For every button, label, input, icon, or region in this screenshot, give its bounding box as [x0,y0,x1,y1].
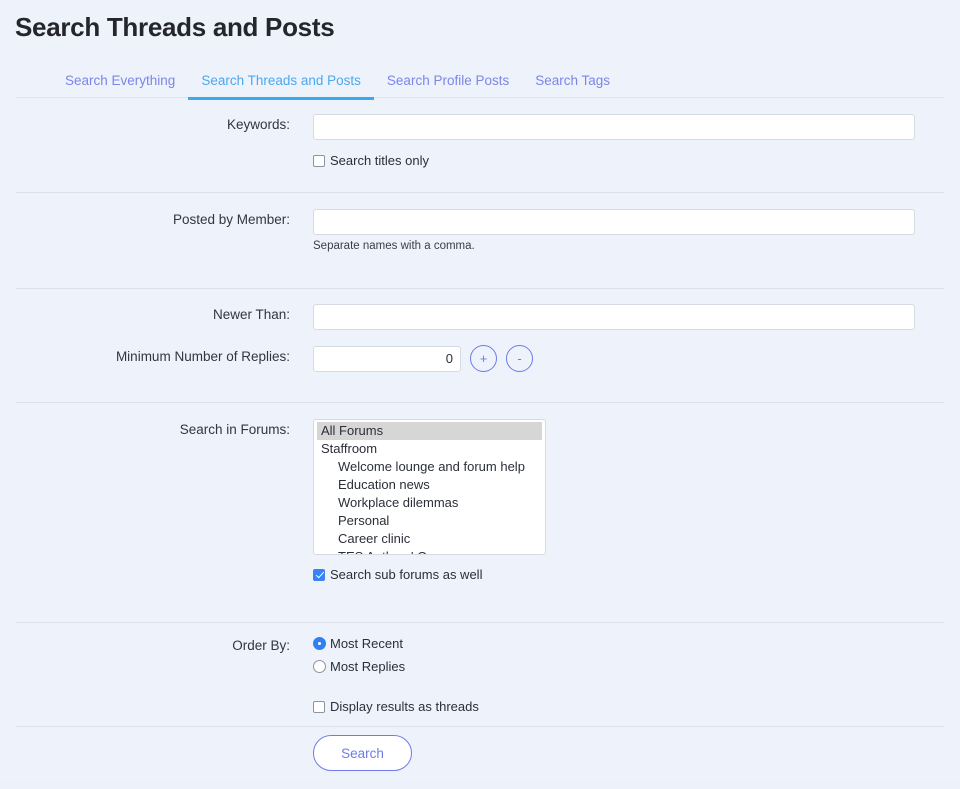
order-by-most-recent-option[interactable]: Most Recent [313,635,405,652]
newer-than-label: Newer Than: [212,307,290,322]
tab-search-threads-and-posts[interactable]: Search Threads and Posts [188,72,374,100]
member-hint-text: Separate names with a comma. [313,240,475,252]
order-by-most-replies-option[interactable]: Most Replies [313,658,405,675]
display-results-as-threads-label: Display results as threads [330,699,479,714]
order-by-most-replies-label: Most Replies [330,659,406,674]
forum-option-welcome-lounge[interactable]: Welcome lounge and forum help [317,458,542,476]
forums-listbox[interactable]: All Forums Staffroom Welcome lounge and … [313,419,546,555]
increment-button[interactable]: + [470,345,497,372]
forum-option-all-forums[interactable]: All Forums [317,422,542,440]
search-in-forums-label: Search in Forums: [179,422,290,437]
search-sub-forums-checkbox[interactable] [313,568,325,581]
keywords-label: Keywords: [226,117,290,132]
minimum-replies-label: Minimum Number of Replies: [115,349,290,364]
display-results-as-threads-checkbox[interactable] [313,700,325,713]
tab-bar: Search Everything Search Threads and Pos… [16,72,944,100]
section-divider-1 [16,192,944,193]
tab-search-everything[interactable]: Search Everything [52,72,188,100]
order-by-most-recent-radio[interactable] [313,637,326,650]
search-sub-forums-option[interactable]: Search sub forums as well [313,566,482,583]
forum-option-tes-authors-corner[interactable]: TES Authors' Corner [317,548,542,554]
tab-search-tags[interactable]: Search Tags [522,72,623,100]
forum-option-education-news[interactable]: Education news [317,476,542,494]
order-by-label: Order By: [232,638,290,653]
section-divider-4 [16,622,944,623]
newer-than-input[interactable] [313,304,915,330]
search-sub-forums-label: Search sub forums as well [330,567,483,582]
posted-by-member-label: Posted by Member: [172,212,290,227]
search-titles-only-label: Search titles only [330,153,429,168]
section-divider-5 [16,726,944,727]
forum-option-personal[interactable]: Personal [317,512,542,530]
posted-by-member-input[interactable] [313,209,915,235]
search-button[interactable]: Search [313,735,412,771]
search-titles-only-checkbox[interactable] [313,154,325,167]
forum-option-career-clinic[interactable]: Career clinic [317,530,542,548]
order-by-most-recent-label: Most Recent [330,636,403,651]
forum-option-staffroom[interactable]: Staffroom [317,440,542,458]
display-as-threads-row: Display results as threads [313,698,479,715]
keywords-input[interactable] [313,114,915,140]
bottom-strip [0,780,960,789]
minimum-replies-stepper: + - [313,345,533,372]
page-title: Search Threads and Posts [15,12,335,42]
member-hint-row: Separate names with a comma. [313,239,475,254]
submit-row: Search [313,735,412,771]
tab-search-profile-posts[interactable]: Search Profile Posts [374,72,522,100]
section-divider-2 [16,288,944,289]
forum-option-workplace-dilemmas[interactable]: Workplace dilemmas [317,494,542,512]
order-by-most-replies-radio[interactable] [313,660,326,673]
decrement-button[interactable]: - [506,345,533,372]
section-divider-3 [16,402,944,403]
search-sub-forums-row: Search sub forums as well [313,566,482,583]
search-page: Search Threads and Posts Search Everythi… [0,0,960,789]
minimum-replies-input[interactable] [313,345,461,372]
display-results-as-threads-option[interactable]: Display results as threads [313,698,479,715]
search-titles-only-option[interactable]: Search titles only [313,152,429,169]
search-titles-only-row: Search titles only [313,152,429,169]
